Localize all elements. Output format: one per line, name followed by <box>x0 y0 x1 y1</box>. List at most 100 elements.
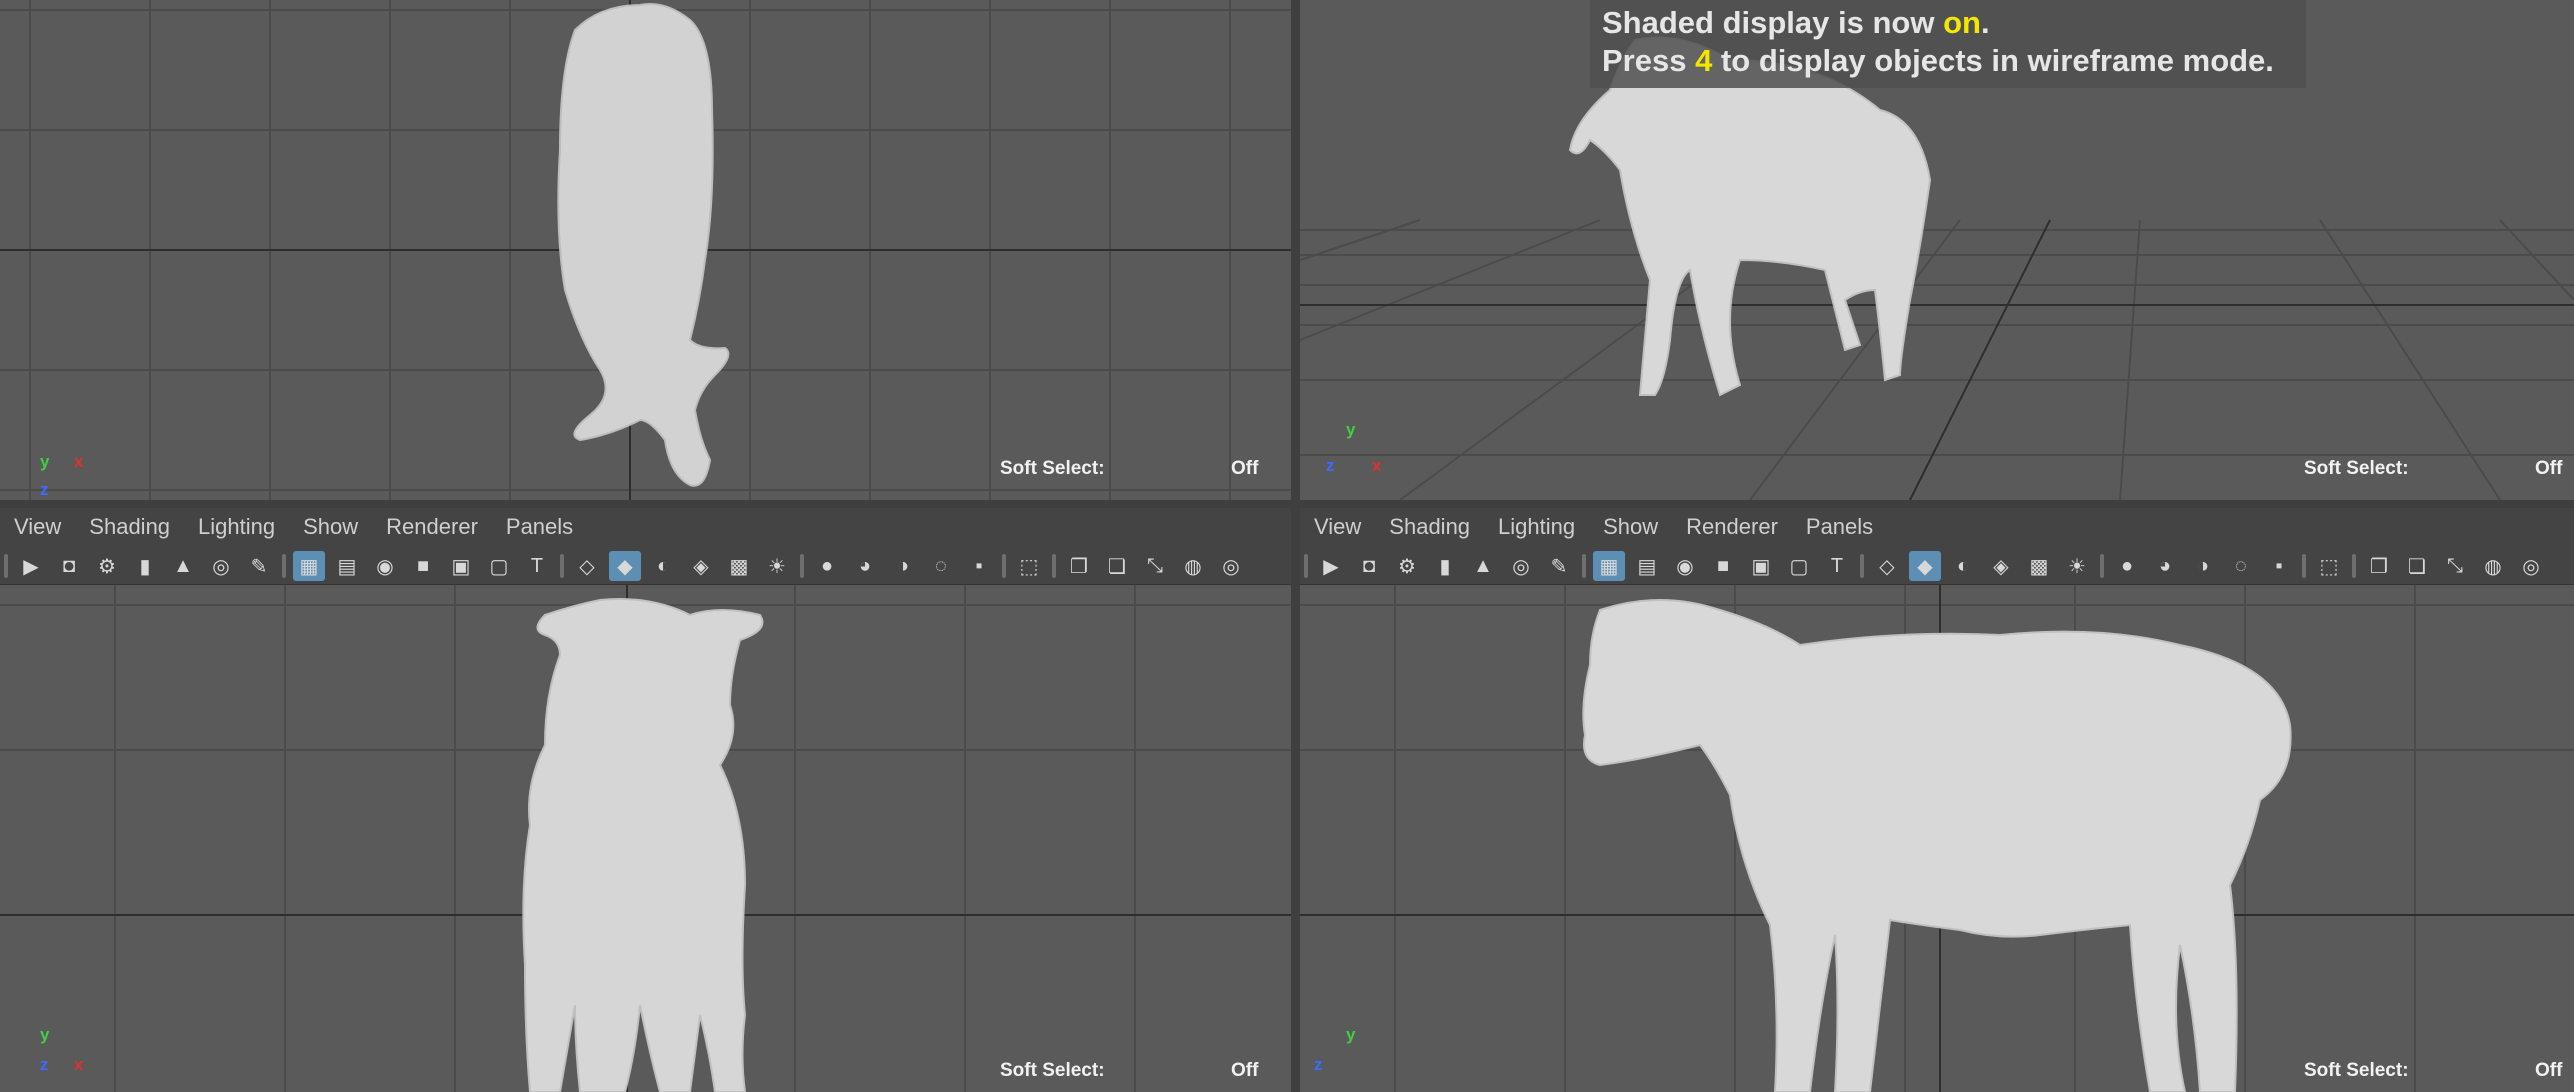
field-chart-icon[interactable]: ▣ <box>445 551 477 581</box>
2d-pan-zoom-icon[interactable]: ◎ <box>1505 551 1537 581</box>
xray-joints-icon[interactable]: ❏ <box>1101 551 1133 581</box>
safe-action-icon[interactable]: ▢ <box>1783 551 1815 581</box>
axis-z-label: z <box>1314 1055 1323 1074</box>
motion-blur-icon[interactable]: ◑ <box>2187 551 2219 581</box>
toolbar-separator <box>1582 554 1586 578</box>
axis-y-label: y <box>40 1025 50 1044</box>
menu-renderer[interactable]: Renderer <box>1686 514 1778 540</box>
anti-aliasing-icon[interactable]: ◌ <box>925 551 957 581</box>
grease-pencil-icon[interactable]: ✎ <box>243 551 275 581</box>
grease-pencil-icon[interactable]: ✎ <box>1543 551 1575 581</box>
smooth-shade-icon[interactable]: ◆ <box>609 551 641 581</box>
camera-lock-icon[interactable]: ◘ <box>1353 551 1385 581</box>
wireframe-icon[interactable]: ◇ <box>571 551 603 581</box>
resolution-gate-icon[interactable]: ◉ <box>369 551 401 581</box>
depth-of-field-icon[interactable]: ▪ <box>2263 551 2295 581</box>
camera-attributes-icon[interactable]: ⚙ <box>91 551 123 581</box>
gate-mask-icon[interactable]: ■ <box>407 551 439 581</box>
screen-space-ao-icon[interactable]: ◕ <box>2149 551 2181 581</box>
camera-aperture-icon[interactable]: ◎ <box>1215 551 1247 581</box>
menu-shading[interactable]: Shading <box>1389 514 1470 540</box>
soft-select-value: Off <box>1231 1060 1259 1081</box>
film-gate-icon[interactable]: ▤ <box>331 551 363 581</box>
textured-icon[interactable]: ▩ <box>723 551 755 581</box>
menu-lighting[interactable]: Lighting <box>198 514 275 540</box>
shaded-wireframe-icon[interactable]: ◈ <box>1985 551 2017 581</box>
menu-panels[interactable]: Panels <box>506 514 573 540</box>
bookmark-icon[interactable]: ▮ <box>129 551 161 581</box>
toolbar-separator <box>282 554 286 578</box>
menu-show[interactable]: Show <box>303 514 358 540</box>
soft-select-value: Off <box>1231 458 1259 479</box>
sheep-side-view <box>1582 599 2292 1092</box>
hud-line-1: Shaded display is now on. <box>1602 5 1990 40</box>
grid-top <box>0 0 1291 500</box>
menu-renderer[interactable]: Renderer <box>386 514 478 540</box>
axis-y-label: y <box>1346 1025 1356 1044</box>
smooth-shade-icon[interactable]: ◆ <box>1909 551 1941 581</box>
screen-space-ao-icon[interactable]: ◕ <box>849 551 881 581</box>
toolbar-separator <box>2302 554 2306 578</box>
2d-pan-zoom-icon[interactable]: ◎ <box>205 551 237 581</box>
safe-action-icon[interactable]: ▢ <box>483 551 515 581</box>
xray-components-icon[interactable]: ⤡ <box>2439 551 2471 581</box>
wireframe-icon[interactable]: ◇ <box>1871 551 1903 581</box>
default-material-icon[interactable]: ◐ <box>647 551 679 581</box>
soft-select-value: Off <box>2535 1060 2563 1081</box>
viewport-divider-vertical[interactable] <box>1291 0 1300 1092</box>
resolution-gate-icon[interactable]: ◉ <box>1669 551 1701 581</box>
xray-components-icon[interactable]: ⤡ <box>1139 551 1171 581</box>
soft-select-label: Soft Select: <box>1000 1060 1105 1081</box>
camera-icon[interactable]: ▶ <box>15 551 47 581</box>
default-material-icon[interactable]: ◐ <box>1947 551 1979 581</box>
backface-icon[interactable]: ◍ <box>1177 551 1209 581</box>
axis-z-label: z <box>1326 456 1335 475</box>
panel-menubar-right: View Shading Lighting Show Renderer Pane… <box>1300 508 2574 546</box>
menu-show[interactable]: Show <box>1603 514 1658 540</box>
anti-aliasing-icon[interactable]: ◌ <box>2225 551 2257 581</box>
image-plane-icon[interactable]: ▲ <box>1467 551 1499 581</box>
bookmark-icon[interactable]: ▮ <box>1429 551 1461 581</box>
viewport-front[interactable]: y z x Soft Select: Off <box>0 585 1291 1092</box>
isolate-select-icon[interactable]: ⬚ <box>2313 551 2345 581</box>
soft-select-label: Soft Select: <box>2304 458 2409 479</box>
textured-icon[interactable]: ▩ <box>2023 551 2055 581</box>
use-all-lights-icon[interactable]: ☀ <box>2061 551 2093 581</box>
backface-icon[interactable]: ◍ <box>2477 551 2509 581</box>
xray-joints-icon[interactable]: ❏ <box>2401 551 2433 581</box>
viewport-side[interactable]: y z Soft Select: Off <box>1300 585 2574 1092</box>
shaded-wireframe-icon[interactable]: ◈ <box>685 551 717 581</box>
xray-icon[interactable]: ❐ <box>2363 551 2395 581</box>
field-chart-icon[interactable]: ▣ <box>1745 551 1777 581</box>
grid-icon[interactable]: ▦ <box>293 551 325 581</box>
menu-view[interactable]: View <box>14 514 61 540</box>
panel-toolbar-left: ▶ ◘ ⚙ ▮ ▲ ◎ ✎ ▦ ▤ ◉ ■ ▣ ▢ T ◇ ◆ ◐ ◈ ▩ ☀ ● ◕ ◑ ◌ ▪ ⬚ ❐ ❏ ⤡ ◍ ◎ <box>0 548 1291 585</box>
shadows-icon[interactable]: ● <box>2111 551 2143 581</box>
camera-aperture-icon[interactable]: ◎ <box>2515 551 2547 581</box>
camera-lock-icon[interactable]: ◘ <box>53 551 85 581</box>
menu-shading[interactable]: Shading <box>89 514 170 540</box>
gate-mask-icon[interactable]: ■ <box>1707 551 1739 581</box>
menu-panels[interactable]: Panels <box>1806 514 1873 540</box>
safe-title-icon[interactable]: T <box>521 551 553 581</box>
camera-attributes-icon[interactable]: ⚙ <box>1391 551 1423 581</box>
menu-lighting[interactable]: Lighting <box>1498 514 1575 540</box>
menu-view[interactable]: View <box>1314 514 1361 540</box>
isolate-select-icon[interactable]: ⬚ <box>1013 551 1045 581</box>
use-all-lights-icon[interactable]: ☀ <box>761 551 793 581</box>
toolbar-separator <box>1304 554 1308 578</box>
camera-icon[interactable]: ▶ <box>1315 551 1347 581</box>
depth-of-field-icon[interactable]: ▪ <box>963 551 995 581</box>
axis-x-label: x <box>1372 456 1382 475</box>
shadows-icon[interactable]: ● <box>811 551 843 581</box>
toolbar-separator <box>560 554 564 578</box>
xray-icon[interactable]: ❐ <box>1063 551 1095 581</box>
film-gate-icon[interactable]: ▤ <box>1631 551 1663 581</box>
grid-icon[interactable]: ▦ <box>1593 551 1625 581</box>
viewport-divider-horizontal[interactable] <box>0 500 2574 508</box>
viewport-top[interactable]: y x z Soft Select: Off <box>0 0 1291 500</box>
motion-blur-icon[interactable]: ◑ <box>887 551 919 581</box>
image-plane-icon[interactable]: ▲ <box>167 551 199 581</box>
toolbar-separator <box>2100 554 2104 578</box>
safe-title-icon[interactable]: T <box>1821 551 1853 581</box>
